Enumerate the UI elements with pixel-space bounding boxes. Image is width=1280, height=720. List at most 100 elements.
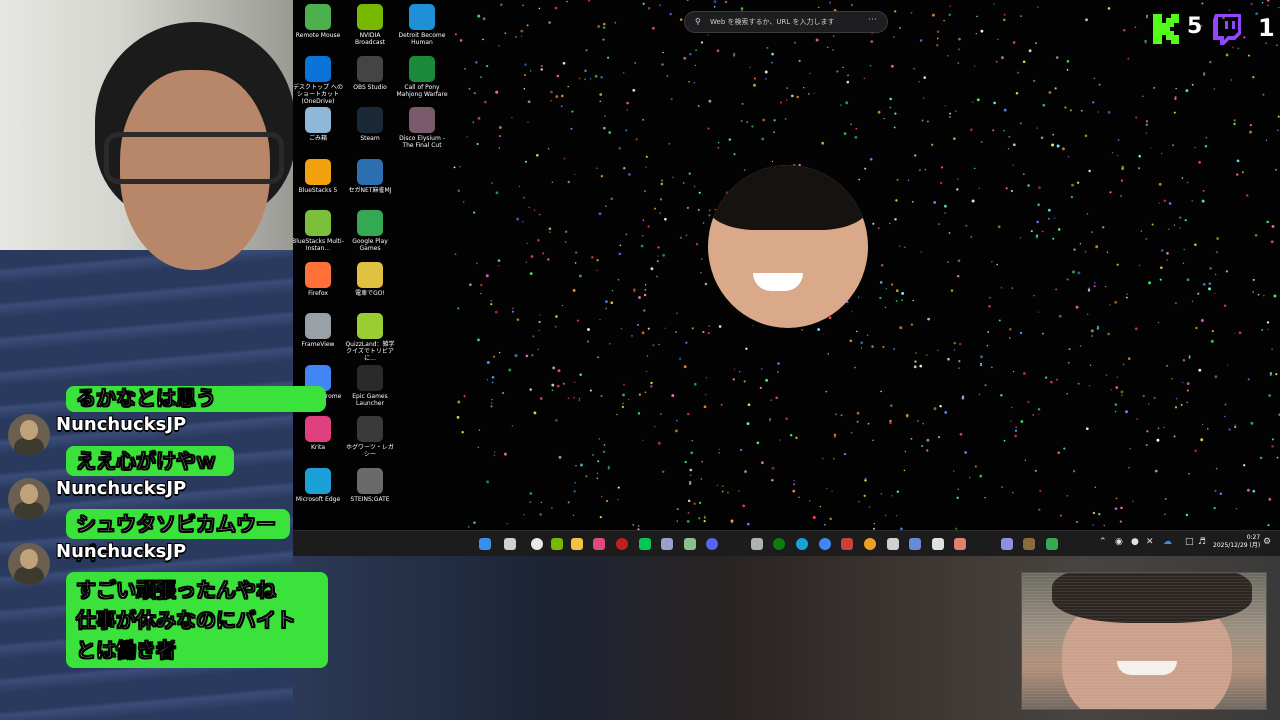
app-icon[interactable] [1023,538,1035,550]
chat-message: ええ心がけやｗ [66,446,234,476]
desktop-icon[interactable]: Disco Elysium - The Final Cut [396,107,448,149]
app-v-icon[interactable] [684,538,696,550]
task-view-icon[interactable] [504,538,516,550]
desktop-icon[interactable]: STEINS;GATE [344,467,396,503]
xbox-icon[interactable] [773,538,785,550]
app-icon[interactable] [1001,538,1013,550]
app-icon [305,158,331,185]
desktop-icon[interactable]: ごみ箱 [293,107,344,142]
app-icon[interactable] [661,538,673,550]
chat-message-text: ええ心がけやｗ [76,449,217,474]
chat-message-line: すごい頑張ったんやね [76,578,277,603]
app-icon [409,4,435,30]
desktop-icon[interactable]: Microsoft Edge [293,467,344,503]
chrome-icon[interactable] [819,538,831,550]
desktop-icon[interactable]: Detroit Become Human [396,4,448,46]
desktop-icon[interactable]: Epic Games Launcher [344,364,396,407]
discord-icon[interactable] [706,538,718,550]
google-play-games-icon[interactable] [1046,538,1058,550]
desktop-icon-label: QuizzLand：雑学クイズでトリビアに... [345,341,395,362]
search-icon: ⚲ [695,17,701,26]
app-icon [305,55,331,82]
search-placeholder: Web を検索するか、URL を入力します [710,18,835,26]
desktop-icon-label: Google Play Games [352,238,388,252]
close-icon[interactable]: ✕ [1146,537,1154,547]
app-icon [357,4,383,30]
desktop-icon-label: Microsoft Edge [295,495,341,503]
desktop-icon[interactable]: 電車でGO! [344,261,396,297]
kick-logo-icon [1153,14,1179,44]
chat-message-line: 仕事が休みなのにバイト [76,608,297,633]
desktop-icon-label: Remote Mouse [295,32,341,39]
face-overlay-image [708,165,868,328]
file-explorer-icon[interactable] [571,538,583,550]
app-icon[interactable] [887,538,899,550]
app-icon [357,467,383,494]
app-icon [305,416,331,442]
desktop-icon[interactable]: Remote Mouse [293,4,344,39]
desktop-icon-label: Call of Pony Mahjong Warfare [396,83,448,98]
desktop-icon-label: Firefox [308,289,328,297]
app-icon [357,158,383,185]
volume-icon[interactable]: ♬ [1198,537,1206,547]
app-icon [305,313,331,339]
network-icon[interactable]: ◉ [1115,537,1123,547]
line-app-icon[interactable] [639,538,651,550]
desktop-icon[interactable]: FrameView [293,313,344,348]
desktop-icon[interactable]: Steam [344,107,396,142]
desktop-icon-label: Epic Games Launcher [352,392,388,407]
app-icon[interactable] [932,538,944,550]
browser-search-box[interactable]: ⚲ Web を検索するか、URL を入力します ⋯ [684,11,888,33]
desktop-icon-label: NVIDIA Broadcast [354,32,386,46]
taskbar-clock[interactable]: 0:27 2025/12/29 (月) [1213,534,1260,550]
app-icon[interactable] [751,538,763,550]
microphone-icon[interactable]: ● [1131,537,1139,547]
app-lips-icon[interactable] [593,538,605,550]
clock-date: 2025/12/29 (月) [1213,542,1261,549]
desktop-icon[interactable]: Firefox [293,261,344,297]
chrome-taskbar-icon[interactable] [531,538,543,550]
edge-taskbar-icon[interactable] [796,538,808,550]
app-icon [305,107,331,133]
desktop-icon[interactable]: Call of Pony Mahjong Warfare [396,55,448,98]
app-icon[interactable] [954,538,966,550]
app-icon [305,4,331,30]
onedrive-icon[interactable]: ☁ [1163,537,1172,547]
app-icon[interactable] [864,538,876,550]
notification-icon[interactable]: ⚙ [1263,537,1271,547]
face-overlay-hair [708,165,868,230]
app-icon [305,261,331,288]
chat-username: NunchucksJP [56,478,187,499]
app-icon [357,55,383,82]
kick-viewer-count: 5 [1187,14,1203,39]
desktop-icon[interactable]: QuizzLand：雑学クイズでトリビアに... [344,313,396,362]
display-icon[interactable]: □ [1185,537,1194,547]
desktop-icon[interactable]: NVIDIA Broadcast [344,4,396,46]
avatar [8,543,50,585]
desktop-icon-label: セガNET麻雀MJ [348,186,392,194]
app-icon[interactable] [909,538,921,550]
desktop-icon-label: Steam [360,135,380,142]
webcam-glasses [104,132,284,184]
desktop-icon-label: OBS Studio [353,83,387,91]
app-icon [409,55,435,82]
desktop-icon[interactable]: デスクトップ への ショートカット (OneDrive) [293,55,344,105]
app-icon[interactable] [841,538,853,550]
desktop-icon[interactable]: OBS Studio [344,55,396,91]
record-icon[interactable] [616,538,628,550]
more-options-icon[interactable]: ⋯ [868,15,877,25]
start-button-icon[interactable] [479,538,491,550]
desktop-icon-label: FrameView [301,341,335,348]
pip-scanlines [1022,573,1266,709]
desktop-icon[interactable]: Krita [293,416,344,451]
desktop-icon[interactable]: BlueStacks Multi-Instan... [293,210,344,252]
chevron-up-icon[interactable]: ⌃ [1099,537,1107,547]
desktop-icon[interactable]: セガNET麻雀MJ [344,158,396,194]
desktop-icon[interactable]: BlueStacks 5 [293,158,344,194]
nvidia-taskbar-icon[interactable] [551,538,563,550]
desktop-icon[interactable]: ホグワーツ・レガシー [344,416,396,458]
desktop-icon-label: Detroit Become Human [398,32,446,46]
app-icon [357,107,383,133]
desktop-icon[interactable]: Google Play Games [344,210,396,252]
desktop-icon-label: デスクトップ への ショートカット (OneDrive) [293,83,343,105]
